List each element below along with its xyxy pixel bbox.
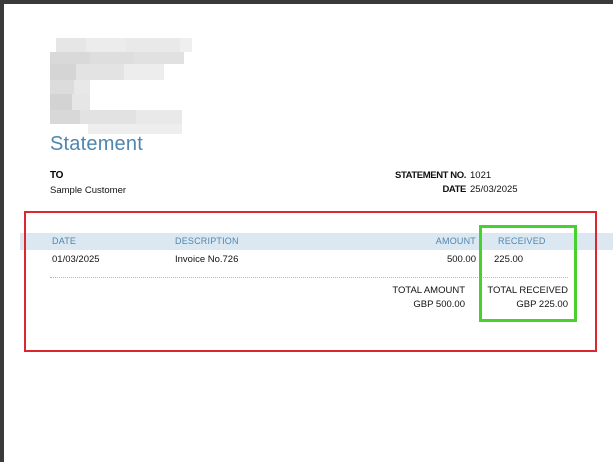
statement-no-label: STATEMENT NO. — [395, 170, 466, 181]
customer-name: Sample Customer — [50, 185, 127, 196]
statement-no-value: 1021 — [470, 170, 492, 181]
statement-page: Statement TO Sample Customer STATEMENT N… — [4, 4, 613, 462]
to-label: TO — [50, 170, 64, 181]
page-title: Statement — [50, 133, 143, 155]
statement-date-value: 25/03/2025 — [470, 184, 518, 195]
company-logo — [50, 38, 196, 134]
date-label: DATE — [442, 184, 466, 195]
received-column-highlight-box — [479, 225, 577, 322]
